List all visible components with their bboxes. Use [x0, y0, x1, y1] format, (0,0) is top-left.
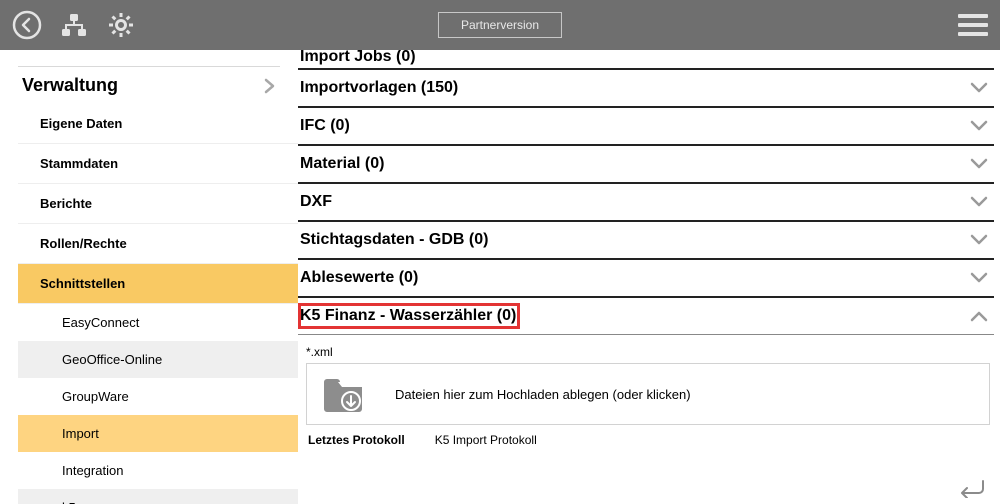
- section-dxf[interactable]: DXF: [298, 184, 994, 222]
- section-title: Stichtagsdaten - GDB (0): [300, 231, 488, 249]
- content-container: Verwaltung Eigene Daten Stammdaten Beric…: [0, 50, 1000, 504]
- section-truncated[interactable]: Import Jobs (0): [298, 50, 994, 70]
- return-icon: [958, 478, 986, 498]
- sidebar-item-berichte[interactable]: Berichte: [18, 184, 298, 224]
- network-button[interactable]: [60, 11, 88, 39]
- chevron-down-icon: [970, 272, 988, 284]
- header-center: Partnerversion: [438, 12, 562, 38]
- chevron-down-icon: [970, 120, 988, 132]
- sidebar-sub-groupware[interactable]: GroupWare: [18, 378, 298, 415]
- chevron-up-icon: [970, 310, 988, 322]
- filetype-label: *.xml: [306, 341, 990, 363]
- sidebar-sub-import[interactable]: Import: [18, 415, 298, 452]
- chevron-down-icon: [970, 234, 988, 246]
- header-left: [12, 10, 136, 40]
- section-ablesewerte[interactable]: Ablesewerte (0): [298, 260, 994, 298]
- hamburger-line-icon: [958, 32, 988, 36]
- sidebar-item-schnittstellen[interactable]: Schnittstellen: [18, 264, 298, 304]
- section-title: Importvorlagen (150): [300, 79, 458, 97]
- protocol-row: Letztes Protokoll K5 Import Protokoll: [306, 425, 990, 447]
- section-title: DXF: [300, 193, 332, 211]
- chevron-down-icon: [970, 82, 988, 94]
- section-title: IFC (0): [300, 117, 350, 135]
- main-panel: Import Jobs (0) Importvorlagen (150) IFC…: [298, 50, 1000, 504]
- section-title: K5 Finanz - Wasserzähler (0): [300, 307, 516, 325]
- protocol-value[interactable]: K5 Import Protokoll: [435, 433, 537, 447]
- sidebar-list: Eigene Daten Stammdaten Berichte Rollen/…: [18, 104, 298, 504]
- section-ifc[interactable]: IFC (0): [298, 108, 994, 146]
- chevron-down-icon: [970, 158, 988, 170]
- dropzone[interactable]: Dateien hier zum Hochladen ablegen (oder…: [306, 363, 990, 425]
- hamburger-line-icon: [958, 23, 988, 27]
- upload-area: *.xml Dateien hier zum Hochladen ablegen…: [298, 335, 994, 447]
- section-stichtagsdaten[interactable]: Stichtagsdaten - GDB (0): [298, 222, 994, 260]
- sidebar-title-row[interactable]: Verwaltung: [18, 66, 280, 104]
- gear-icon: [106, 10, 136, 40]
- section-material[interactable]: Material (0): [298, 146, 994, 184]
- sidebar-sub-easyconnect[interactable]: EasyConnect: [18, 304, 298, 341]
- section-importvorlagen[interactable]: Importvorlagen (150): [298, 70, 994, 108]
- section-title: Ablesewerte (0): [300, 269, 418, 287]
- sidebar-item-eigene-daten[interactable]: Eigene Daten: [18, 104, 298, 144]
- back-icon: [12, 10, 42, 40]
- chevron-down-icon: [970, 196, 988, 208]
- return-button[interactable]: [958, 478, 986, 498]
- menu-button[interactable]: [958, 14, 988, 36]
- section-k5-finanz[interactable]: K5 Finanz - Wasserzähler (0): [298, 298, 994, 335]
- dropzone-text: Dateien hier zum Hochladen ablegen (oder…: [395, 387, 691, 402]
- hamburger-line-icon: [958, 14, 988, 18]
- protocol-label: Letztes Protokoll: [308, 433, 405, 447]
- sidebar-sub-geooffice[interactable]: GeoOffice-Online: [18, 341, 298, 378]
- section-title: Import Jobs (0): [300, 50, 416, 66]
- network-icon: [60, 11, 88, 39]
- sidebar-sub-integration[interactable]: Integration: [18, 452, 298, 489]
- sidebar-title: Verwaltung: [22, 75, 118, 96]
- upload-folder-icon: [321, 374, 365, 414]
- sidebar-sublist: EasyConnect GeoOffice-Online GroupWare I…: [18, 304, 298, 504]
- sidebar-item-stammdaten[interactable]: Stammdaten: [18, 144, 298, 184]
- sidebar: Verwaltung Eigene Daten Stammdaten Beric…: [0, 50, 298, 504]
- settings-button[interactable]: [106, 10, 136, 40]
- back-button[interactable]: [12, 10, 42, 40]
- section-title: Material (0): [300, 155, 384, 173]
- app-header: Partnerversion: [0, 0, 1000, 50]
- chevron-right-icon: [262, 77, 276, 95]
- sidebar-sub-k5[interactable]: k5: [18, 489, 298, 504]
- sidebar-item-rollen-rechte[interactable]: Rollen/Rechte: [18, 224, 298, 264]
- partner-button[interactable]: Partnerversion: [438, 12, 562, 38]
